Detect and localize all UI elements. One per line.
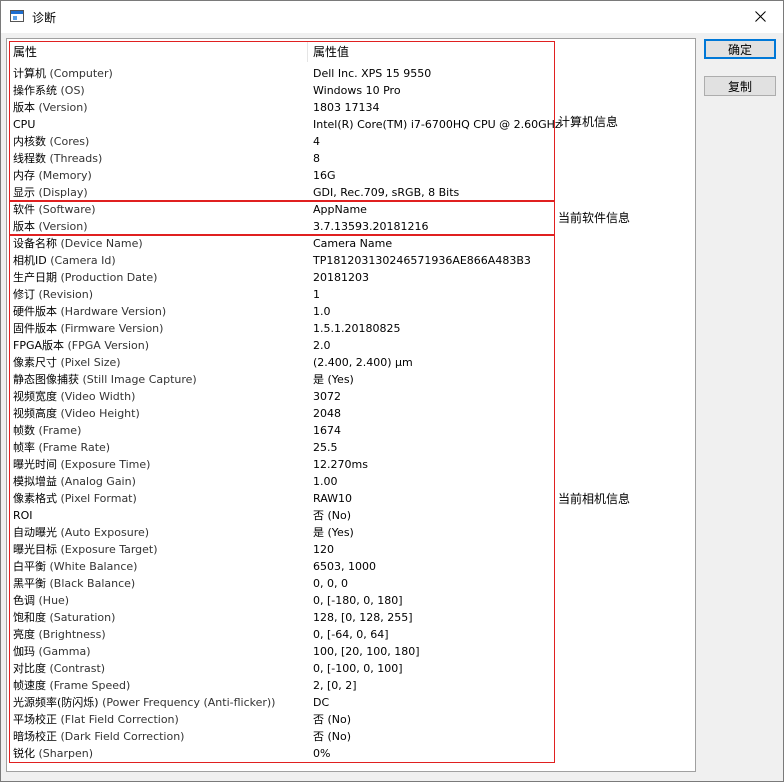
app-window-icon — [10, 10, 24, 22]
ok-button[interactable]: 确定 — [704, 39, 776, 59]
copy-button[interactable]: 复制 — [704, 76, 776, 96]
properties-list[interactable]: 属性 属性值 计算机 (Computer) Dell Inc. XPS 15 95… — [6, 38, 696, 772]
title-bar[interactable]: 诊断 — [1, 1, 783, 33]
group-highlight-box — [9, 234, 555, 763]
group-highlight-box — [9, 41, 555, 202]
group-label: 当前软件信息 — [558, 211, 631, 225]
group-label: 计算机信息 — [558, 114, 619, 129]
group-label: 当前相机信息 — [558, 491, 631, 506]
window-title: 诊断 — [32, 11, 57, 25]
group-highlight-box — [9, 200, 555, 236]
diagnostics-dialog: 诊断 属性 属性值 计算机 (Computer) Dell Inc. XPS 15… — [0, 0, 784, 782]
close-icon — [754, 11, 766, 22]
close-button[interactable] — [737, 1, 783, 32]
